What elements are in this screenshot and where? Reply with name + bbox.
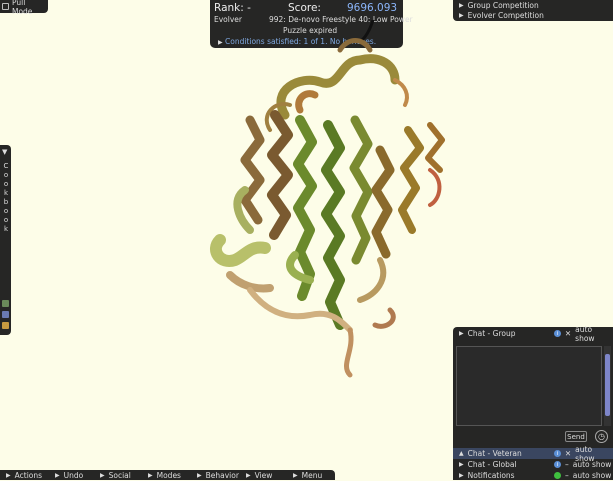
pull-mode-label: Pull Mode [11, 0, 33, 16]
chat-group-label: Chat - Group [467, 329, 516, 338]
clock-icon[interactable]: ◷ [595, 430, 608, 443]
menu-actions[interactable]: ▶ Actions [6, 471, 42, 480]
expand-triangle-icon: ▶ [6, 471, 11, 479]
evolver-competition-label: Evolver Competition [467, 10, 544, 20]
beta-strand [293, 115, 317, 301]
menu-undo-label: Undo [63, 470, 84, 480]
evolver-competition-toggle[interactable]: ▶ Evolver Competition [453, 10, 613, 20]
beta-strand [267, 110, 293, 240]
cookbook-label: Cookbook [3, 162, 9, 233]
notifications-header[interactable]: ▶ Notifications – auto show [453, 470, 613, 481]
menu-undo[interactable]: ▶ Undo [55, 471, 83, 480]
loop [372, 307, 396, 329]
hand-icon [2, 3, 9, 10]
expand-triangle-icon: ▶ [100, 471, 105, 479]
chat-message-area[interactable] [456, 346, 602, 426]
menu-behavior[interactable]: ▶ Behavior [197, 471, 239, 480]
minus-icon[interactable]: – [565, 460, 569, 469]
notebook-icon[interactable] [2, 322, 9, 329]
menu-behavior-label: Behavior [205, 470, 239, 480]
send-button[interactable]: Send [565, 431, 587, 442]
minus-icon[interactable]: – [565, 471, 569, 480]
status-icon[interactable] [554, 472, 561, 479]
chat-group-header[interactable]: ▶ Chat - Group i ✕ auto show [453, 325, 613, 343]
chat-panel: ▶ Chat - Group i ✕ auto show Send ◷ ▲ Chat -… [453, 325, 613, 481]
menu-view[interactable]: ▶ View [246, 471, 272, 480]
menu-menu[interactable]: ▶ Menu [293, 471, 322, 480]
menu-social-label: Social [108, 470, 131, 480]
chat-global-header[interactable]: ▶ Chat - Global i – auto show [453, 459, 613, 470]
beta-strand [240, 115, 265, 225]
info-icon[interactable]: i [554, 461, 561, 468]
collapse-triangle-icon: ▶ [459, 330, 464, 337]
loop [357, 257, 387, 303]
info-icon[interactable]: i [554, 330, 561, 337]
script-icon[interactable] [2, 311, 9, 318]
expand-triangle-icon: ▶ [197, 471, 202, 479]
beta-strand [425, 122, 445, 173]
menu-menu-label: Menu [301, 470, 323, 480]
expand-triangle-icon: ▶ [459, 1, 464, 9]
auto-show-label[interactable]: auto show [573, 460, 612, 469]
notifications-label: Notifications [467, 471, 515, 480]
close-icon[interactable]: ✕ [565, 329, 571, 338]
expand-triangle-icon: ▲ [459, 450, 464, 457]
loop [343, 327, 354, 378]
chat-scrollbar[interactable] [604, 346, 611, 426]
close-icon[interactable]: ✕ [565, 449, 571, 458]
expand-triangle-icon: ▶ [459, 461, 464, 468]
loop [337, 38, 373, 53]
expand-triangle-icon: ▶ [459, 472, 464, 479]
auto-show-label[interactable]: auto show [575, 325, 613, 343]
protein-model[interactable] [190, 20, 480, 390]
loop [428, 168, 442, 207]
menu-modes-label: Modes [156, 470, 181, 480]
expand-triangle-icon: ▶ [246, 471, 251, 479]
beta-strand [371, 145, 395, 259]
expand-triangle-icon: ▶ [293, 471, 298, 479]
cookbook-tab[interactable]: ▼ Cookbook [0, 145, 11, 335]
info-icon[interactable]: i [554, 450, 561, 457]
chat-global-label: Chat - Global [467, 460, 517, 469]
chat-veteran-label: Chat - Veteran [467, 449, 522, 458]
competition-panel: ▶ Group Competition ▶ Evolver Competitio… [453, 0, 613, 21]
bottom-menu-bar: ▶ Actions ▶ Undo ▶ Social ▶ Modes ▶ Behavior … [0, 470, 335, 480]
pull-mode-button[interactable]: Pull Mode [0, 0, 48, 16]
scrollbar-thumb[interactable] [605, 354, 610, 416]
beta-strand [321, 120, 345, 330]
score-label: Score: [288, 2, 321, 14]
group-competition-label: Group Competition [467, 0, 539, 10]
menu-modes[interactable]: ▶ Modes [148, 471, 181, 480]
score-value: 9696.093 [347, 2, 398, 14]
group-competition-toggle[interactable]: ▶ Group Competition [453, 0, 613, 10]
menu-view-label: View [254, 470, 273, 480]
loop [226, 271, 274, 293]
menu-social[interactable]: ▶ Social [100, 471, 131, 480]
expand-triangle-icon: ▶ [55, 471, 60, 479]
rank-label: Rank: - [214, 2, 251, 14]
chat-veteran-header[interactable]: ▲ Chat - Veteran i ✕ auto show [453, 445, 613, 463]
recipe-icon[interactable] [2, 300, 9, 307]
loop [295, 90, 319, 114]
backbone-string [358, 20, 375, 44]
beta-strand [349, 115, 373, 265]
expand-triangle-icon: ▶ [148, 471, 153, 479]
expand-triangle-icon: ▶ [459, 11, 464, 19]
helix [210, 234, 271, 267]
collapse-triangle-icon: ▼ [2, 148, 8, 156]
menu-actions-label: Actions [14, 470, 43, 480]
auto-show-label[interactable]: auto show [573, 471, 612, 480]
beta-strand [398, 126, 424, 234]
